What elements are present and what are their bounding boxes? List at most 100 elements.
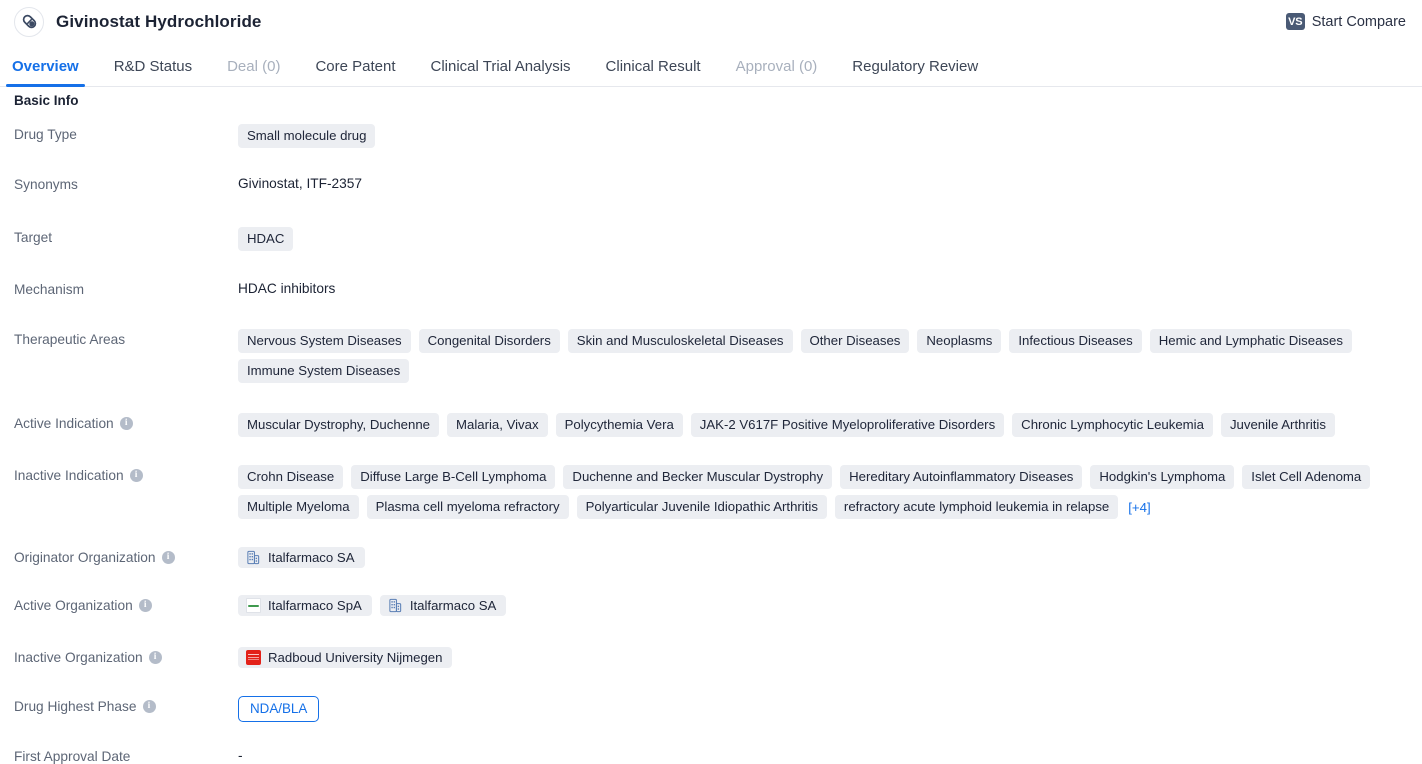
tag-inactive-indication[interactable]: Polyarticular Juvenile Idiopathic Arthri… [577, 495, 827, 519]
value-active-indication: Muscular Dystrophy, Duchenne Malaria, Vi… [238, 413, 1422, 437]
label-inactive-indication: Inactive Indication i [14, 465, 238, 483]
tag-active-indication[interactable]: Chronic Lymphocytic Leukemia [1012, 413, 1213, 437]
row-target: Target HDAC [0, 227, 1422, 258]
value-drug-highest-phase: NDA/BLA [238, 696, 1422, 722]
label-drug-highest-phase-text: Drug Highest Phase [14, 699, 137, 714]
tab-deal[interactable]: Deal (0) [227, 58, 280, 86]
label-active-organization-text: Active Organization [14, 598, 133, 613]
first-approval-date-text: - [238, 746, 243, 763]
info-icon[interactable]: i [162, 551, 175, 564]
tag-inactive-indication[interactable]: Multiple Myeloma [238, 495, 359, 519]
label-active-indication-text: Active Indication [14, 416, 114, 431]
tab-clinical-result[interactable]: Clinical Result [606, 58, 701, 86]
info-icon[interactable]: i [149, 651, 162, 664]
row-active-indication: Active Indication i Muscular Dystrophy, … [0, 413, 1422, 444]
tag-inactive-indication[interactable]: Plasma cell myeloma refractory [367, 495, 569, 519]
tag-inactive-indication[interactable]: refractory acute lymphoid leukemia in re… [835, 495, 1118, 519]
building-icon [388, 598, 403, 613]
italfarmaco-spa-logo-icon [246, 598, 261, 613]
tag-inactive-indication[interactable]: Duchenne and Becker Muscular Dystrophy [563, 465, 832, 489]
tag-therapeutic-area[interactable]: Neoplasms [917, 329, 1001, 353]
value-synonyms: Givinostat, ITF-2357 [238, 174, 1422, 191]
label-therapeutic-areas-text: Therapeutic Areas [14, 332, 125, 347]
page-title: Givinostat Hydrochloride [56, 12, 262, 32]
tag-therapeutic-area[interactable]: Infectious Diseases [1009, 329, 1141, 353]
tab-bar: Overview R&D Status Deal (0) Core Patent… [0, 43, 1422, 87]
tag-active-indication[interactable]: Polycythemia Vera [556, 413, 683, 437]
tab-overview[interactable]: Overview [12, 58, 79, 86]
tag-therapeutic-area[interactable]: Immune System Diseases [238, 359, 409, 383]
value-inactive-organization: Radboud University Nijmegen [238, 647, 1422, 668]
tag-therapeutic-area[interactable]: Skin and Musculoskeletal Diseases [568, 329, 793, 353]
label-originator-organization-text: Originator Organization [14, 550, 156, 565]
status-badge[interactable]: NDA/BLA [238, 696, 319, 722]
tab-clinical-trial-analysis[interactable]: Clinical Trial Analysis [431, 58, 571, 86]
tag-drug-type[interactable]: Small molecule drug [238, 124, 375, 148]
start-compare-button[interactable]: VS Start Compare [1286, 13, 1406, 30]
tag-active-indication[interactable]: Muscular Dystrophy, Duchenne [238, 413, 439, 437]
value-drug-type: Small molecule drug [238, 124, 1422, 148]
organization-name: Italfarmaco SpA [268, 598, 362, 613]
label-mechanism: Mechanism [14, 279, 238, 297]
tag-therapeutic-area[interactable]: Other Diseases [801, 329, 910, 353]
label-drug-type: Drug Type [14, 124, 238, 142]
info-icon[interactable]: i [143, 700, 156, 713]
tag-inactive-indication[interactable]: Crohn Disease [238, 465, 343, 489]
tab-approval[interactable]: Approval (0) [736, 58, 818, 86]
tag-inactive-indication[interactable]: Islet Cell Adenoma [1242, 465, 1370, 489]
tag-active-indication[interactable]: Juvenile Arthritis [1221, 413, 1335, 437]
info-icon[interactable]: i [120, 417, 133, 430]
label-first-approval-date: First Approval Date [14, 746, 238, 764]
row-drug-highest-phase: Drug Highest Phase i NDA/BLA [0, 696, 1422, 727]
tag-therapeutic-area[interactable]: Hemic and Lymphatic Diseases [1150, 329, 1352, 353]
tag-target[interactable]: HDAC [238, 227, 293, 251]
tag-organization[interactable]: Italfarmaco SA [380, 595, 507, 616]
tag-inactive-indication[interactable]: Hereditary Autoinflammatory Diseases [840, 465, 1082, 489]
synonyms-text: Givinostat, ITF-2357 [238, 174, 362, 191]
tag-organization[interactable]: Italfarmaco SA [238, 547, 365, 568]
radboud-logo-icon [246, 650, 261, 665]
row-inactive-indication: Inactive Indication i Crohn Disease Diff… [0, 465, 1422, 519]
label-originator-organization: Originator Organization i [14, 547, 238, 565]
row-active-organization: Active Organization i Italfarmaco SpA [0, 595, 1422, 626]
section-title-basic-info: Basic Info [0, 87, 1422, 114]
label-mechanism-text: Mechanism [14, 282, 84, 297]
tag-organization[interactable]: Italfarmaco SpA [238, 595, 372, 616]
pill-capsule-icon [14, 7, 44, 37]
tag-organization[interactable]: Radboud University Nijmegen [238, 647, 452, 668]
organization-name: Radboud University Nijmegen [268, 650, 442, 665]
tag-inactive-indication[interactable]: Hodgkin's Lymphoma [1090, 465, 1234, 489]
label-first-approval-date-text: First Approval Date [14, 749, 130, 764]
label-inactive-organization: Inactive Organization i [14, 647, 238, 665]
row-synonyms: Synonyms Givinostat, ITF-2357 [0, 174, 1422, 205]
show-more-indications-link[interactable]: [+4] [1126, 498, 1152, 517]
tag-therapeutic-area[interactable]: Congenital Disorders [419, 329, 560, 353]
label-target-text: Target [14, 230, 52, 245]
value-therapeutic-areas: Nervous System Diseases Congenital Disor… [238, 329, 1422, 383]
label-drug-highest-phase: Drug Highest Phase i [14, 696, 238, 714]
vs-icon: VS [1286, 13, 1305, 30]
tag-active-indication[interactable]: JAK-2 V617F Positive Myeloproliferative … [691, 413, 1004, 437]
value-mechanism: HDAC inhibitors [238, 279, 1422, 296]
organization-name: Italfarmaco SA [410, 598, 497, 613]
start-compare-label: Start Compare [1312, 14, 1406, 30]
info-icon[interactable]: i [139, 599, 152, 612]
row-mechanism: Mechanism HDAC inhibitors [0, 279, 1422, 310]
label-target: Target [14, 227, 238, 245]
label-active-indication: Active Indication i [14, 413, 238, 431]
tag-active-indication[interactable]: Malaria, Vivax [447, 413, 548, 437]
value-target: HDAC [238, 227, 1422, 251]
tag-therapeutic-area[interactable]: Nervous System Diseases [238, 329, 411, 353]
label-synonyms: Synonyms [14, 174, 238, 192]
info-icon[interactable]: i [130, 469, 143, 482]
tab-regulatory-review[interactable]: Regulatory Review [852, 58, 978, 86]
tab-core-patent[interactable]: Core Patent [315, 58, 395, 86]
tag-inactive-indication[interactable]: Diffuse Large B-Cell Lymphoma [351, 465, 555, 489]
label-inactive-indication-text: Inactive Indication [14, 468, 124, 483]
overview-content: Basic Info Drug Type Small molecule drug… [0, 87, 1422, 764]
label-therapeutic-areas: Therapeutic Areas [14, 329, 238, 347]
tab-rd-status[interactable]: R&D Status [114, 58, 192, 86]
building-icon [246, 550, 261, 565]
label-inactive-organization-text: Inactive Organization [14, 650, 143, 665]
app-header: Givinostat Hydrochloride VS Start Compar… [0, 0, 1422, 43]
